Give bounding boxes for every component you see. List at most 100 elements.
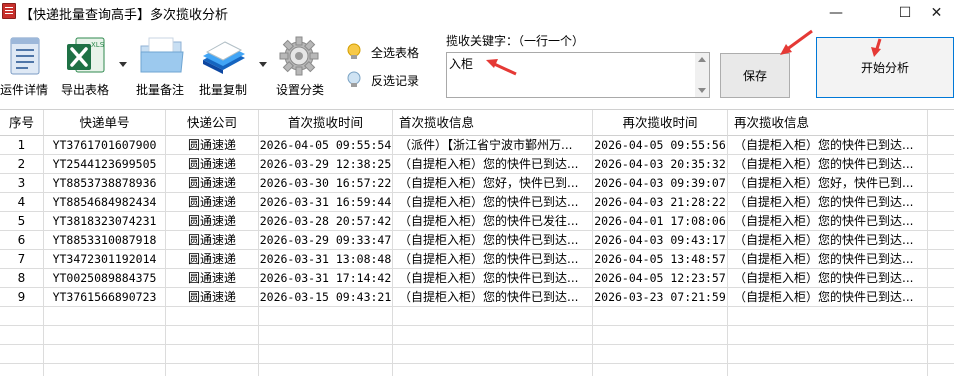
column-header-courier[interactable]: 快递公司 (166, 110, 259, 136)
cell-courier (166, 307, 259, 326)
cell-second-time: 2026-04-05 12:23:57 (593, 269, 728, 288)
window-title: 【快递批量查询高手】多次揽收分析 (20, 8, 229, 23)
cell-tracking-no: YT8853738878936 (44, 174, 166, 193)
keyword-scrollbar[interactable] (695, 53, 709, 97)
results-table: 序号 快递单号 快递公司 首次揽收时间 首次揽收信息 再次揽收时间 再次揽收信息… (0, 109, 954, 376)
table-row[interactable]: 7 YT3472301192014 圆通速递 2026-03-31 13:08:48 （… (0, 250, 954, 269)
cell-tracking-no (44, 307, 166, 326)
keyword-value: 入柜 (449, 57, 474, 71)
cell-filler (928, 307, 954, 326)
cell-first-info: （自提柜入柜）您的快件已发往... (393, 212, 593, 231)
cell-filler (928, 174, 954, 193)
table-row[interactable]: 1 YT3761701607900 圆通速递 2026-04-05 09:55:54 （… (0, 136, 954, 155)
cell-first-info: （自提柜入柜）您的快件已到达... (393, 155, 593, 174)
waybill-details-label: 运件详情 (0, 83, 49, 97)
column-header-second-info[interactable]: 再次揽收信息 (728, 110, 928, 136)
cell-courier: 圆通速递 (166, 155, 259, 174)
cell-index (0, 326, 44, 345)
title-bar: 【快递批量查询高手】多次揽收分析 — ☐ ✕ (0, 0, 954, 26)
cell-filler (928, 193, 954, 212)
cell-second-time (593, 345, 728, 364)
table-row[interactable]: 4 YT8854684982434 圆通速递 2026-03-31 16:59:44 （… (0, 193, 954, 212)
cell-first-time (259, 364, 393, 376)
cell-filler (928, 155, 954, 174)
cell-second-info: （自提柜入柜）您的快件已到达... (728, 288, 928, 307)
cell-filler (928, 364, 954, 376)
table-row[interactable]: 3 YT8853738878936 圆通速递 2026-03-30 16:57:22 （… (0, 174, 954, 193)
cell-courier (166, 326, 259, 345)
column-header-first-time[interactable]: 首次揽收时间 (259, 110, 393, 136)
column-header-index[interactable]: 序号 (0, 110, 44, 136)
folder-icon (137, 34, 187, 78)
cell-second-info: （自提柜入柜）您的快件已到达... (728, 212, 928, 231)
cell-filler (928, 269, 954, 288)
close-button[interactable]: ✕ (919, 0, 954, 26)
column-header-filler (928, 110, 954, 136)
cell-courier: 圆通速递 (166, 193, 259, 212)
cell-tracking-no: YT0025089884375 (44, 269, 166, 288)
cell-filler (928, 250, 954, 269)
cell-second-time: 2026-04-05 13:48:57 (593, 250, 728, 269)
export-table-button[interactable]: XLS (63, 34, 109, 78)
invert-select-label: 反选记录 (371, 73, 420, 88)
cell-tracking-no: YT2544123699505 (44, 155, 166, 174)
select-all-label: 全选表格 (371, 45, 420, 60)
cell-tracking-no: YT3472301192014 (44, 250, 166, 269)
scroll-down-icon[interactable] (698, 88, 706, 93)
table-row[interactable]: 9 YT3761566890723 圆通速递 2026-03-15 09:43:21 （… (0, 288, 954, 307)
cell-index: 3 (0, 174, 44, 193)
cell-second-time: 2026-04-03 09:43:17 (593, 231, 728, 250)
save-button[interactable]: 保存 (720, 53, 790, 98)
table-row[interactable]: 5 YT3818323074231 圆通速递 2026-03-28 20:57:42 （… (0, 212, 954, 231)
copy-stack-icon (199, 34, 249, 78)
select-all-button[interactable]: 全选表格 (346, 40, 419, 64)
keyword-textarea[interactable]: 入柜 (446, 52, 710, 98)
batch-copy-label: 批量复制 (199, 83, 248, 97)
batch-note-button[interactable] (137, 34, 187, 78)
cell-index (0, 345, 44, 364)
gear-icon (277, 34, 321, 78)
cell-tracking-no: YT3761701607900 (44, 136, 166, 155)
cell-index (0, 307, 44, 326)
lightbulb-on-icon (346, 43, 362, 61)
cell-second-time: 2026-04-03 20:35:32 (593, 155, 728, 174)
column-header-tracking-no[interactable]: 快递单号 (44, 110, 166, 136)
cell-first-info (393, 307, 593, 326)
minimize-button[interactable]: — (813, 0, 859, 26)
cell-second-info: （自提柜入柜）您好，快件已到... (728, 174, 928, 193)
table-row[interactable]: 6 YT8853310087918 圆通速递 2026-03-29 09:33:47 （… (0, 231, 954, 250)
cell-first-time (259, 307, 393, 326)
column-header-first-info[interactable]: 首次揽收信息 (393, 110, 593, 136)
start-analysis-button[interactable]: 开始分析 (816, 37, 954, 98)
column-header-second-time[interactable]: 再次揽收时间 (593, 110, 728, 136)
cell-second-info: （自提柜入柜）您的快件已到达... (728, 250, 928, 269)
cell-first-info: （自提柜入柜）您的快件已到达... (393, 250, 593, 269)
cell-first-time (259, 345, 393, 364)
cell-second-info: （自提柜入柜）您的快件已到达... (728, 136, 928, 155)
invert-select-button[interactable]: 反选记录 (346, 68, 419, 92)
copy-dropdown-arrow[interactable] (259, 62, 267, 67)
set-category-button[interactable] (276, 34, 322, 78)
cell-first-time: 2026-03-29 12:38:25 (259, 155, 393, 174)
cell-second-time: 2026-03-23 07:21:59 (593, 288, 728, 307)
cell-second-info (728, 364, 928, 376)
waybill-details-button[interactable] (2, 34, 48, 78)
table-header: 序号 快递单号 快递公司 首次揽收时间 首次揽收信息 再次揽收时间 再次揽收信息 (0, 110, 954, 136)
cell-first-info: （派件）【浙江省宁波市鄞州万... (393, 136, 593, 155)
batch-note-label: 批量备注 (136, 83, 185, 97)
cell-second-info (728, 307, 928, 326)
cell-second-time: 2026-04-01 17:08:06 (593, 212, 728, 231)
lightbulb-off-icon (346, 71, 362, 89)
keyword-label: 揽收关键字：（一行一个） (446, 34, 585, 48)
cell-index: 6 (0, 231, 44, 250)
cell-courier: 圆通速递 (166, 288, 259, 307)
export-dropdown-arrow[interactable] (119, 62, 127, 67)
cell-index: 9 (0, 288, 44, 307)
batch-copy-button[interactable] (199, 34, 249, 78)
cell-index: 7 (0, 250, 44, 269)
scroll-up-icon[interactable] (698, 57, 706, 62)
cell-index: 5 (0, 212, 44, 231)
cell-second-time: 2026-04-03 21:28:22 (593, 193, 728, 212)
table-row[interactable]: 2 YT2544123699505 圆通速递 2026-03-29 12:38:25 （… (0, 155, 954, 174)
table-row[interactable]: 8 YT0025089884375 圆通速递 2026-03-31 17:14:42 （… (0, 269, 954, 288)
